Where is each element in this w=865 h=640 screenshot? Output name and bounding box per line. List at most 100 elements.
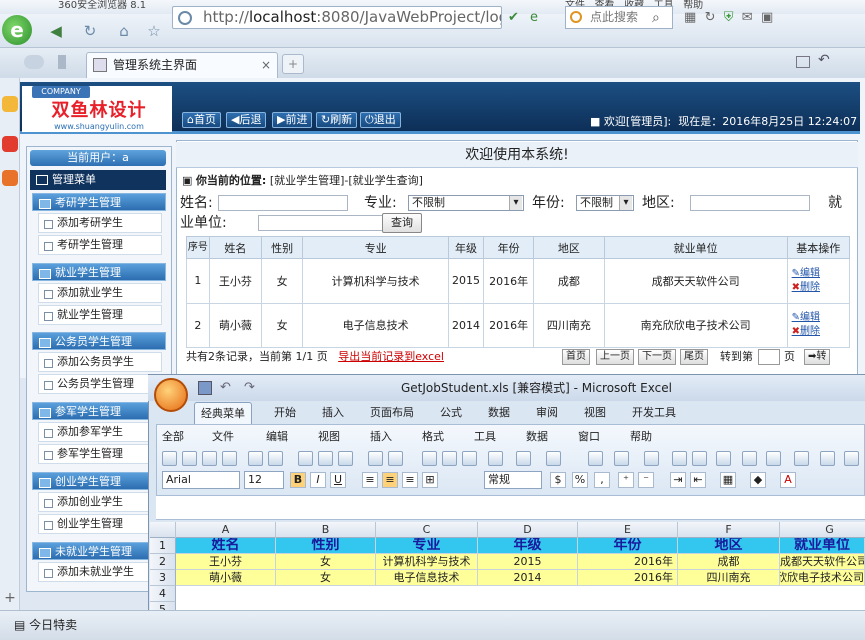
save-file-icon[interactable] xyxy=(202,451,217,466)
col-header-b[interactable]: B xyxy=(276,522,376,538)
excel-cell[interactable]: 南充欣欣电子技术公司 xyxy=(780,570,865,586)
function-icon[interactable] xyxy=(644,451,659,466)
sidebar-item-add-grad[interactable]: 添加考研学生 xyxy=(38,213,162,233)
sidebar-item-manage-startup[interactable]: 创业学生管理 xyxy=(38,514,162,534)
excel-cell[interactable]: 2015 xyxy=(478,554,578,570)
add-icon[interactable]: + xyxy=(2,590,18,606)
section-unemployed[interactable]: 未就业学生管理 xyxy=(32,542,166,560)
home-icon[interactable]: ⌂ xyxy=(112,19,136,43)
menu-file[interactable]: 文件 xyxy=(212,428,234,446)
year-select[interactable]: 不限制 xyxy=(576,195,634,211)
window-icon[interactable] xyxy=(796,56,810,68)
redo-tb-icon[interactable] xyxy=(546,451,561,466)
sort-desc-icon[interactable] xyxy=(692,451,707,466)
export-excel-link[interactable]: 导出当前记录到excel xyxy=(338,350,444,363)
row-header[interactable]: 3 xyxy=(150,570,176,586)
search-icon[interactable]: ⌕ xyxy=(652,10,660,26)
section-startup[interactable]: 创业学生管理 xyxy=(32,472,166,490)
excel-cell[interactable]: 四川南充 xyxy=(678,570,780,586)
bold-button[interactable]: B xyxy=(290,472,306,488)
excel-cell[interactable]: 年级 xyxy=(478,538,578,554)
back-button[interactable]: ◀后退 xyxy=(226,112,267,128)
favorite-star-icon[interactable]: ☆ xyxy=(142,19,166,43)
percent-icon[interactable]: % xyxy=(572,472,588,488)
section-employment[interactable]: 就业学生管理 xyxy=(32,263,166,281)
menu-tools[interactable]: 工具 xyxy=(474,428,496,446)
tab-data[interactable]: 数据 xyxy=(482,402,516,424)
col-header-e[interactable]: E xyxy=(578,522,678,538)
borders-icon[interactable]: ▦ xyxy=(720,472,736,488)
style-icon[interactable] xyxy=(820,451,835,466)
apps-icon[interactable]: ▦ xyxy=(684,10,696,25)
excel-cell[interactable]: 年份 xyxy=(578,538,678,554)
spelling-icon[interactable] xyxy=(318,451,333,466)
section-civil-servant[interactable]: 公务员学生管理 xyxy=(32,332,166,350)
logout-button[interactable]: ⏻退出 xyxy=(360,112,401,128)
sidebar-item-add-employed[interactable]: 添加就业学生 xyxy=(38,283,162,303)
sidebar-item-manage-employed[interactable]: 就业学生管理 xyxy=(38,305,162,325)
redo-icon[interactable]: ↷ xyxy=(244,380,255,395)
excel-cell[interactable]: 2016年 xyxy=(578,570,678,586)
browser-tab-main[interactable]: 管理系统主界面 × xyxy=(86,52,278,78)
excel-cell[interactable]: 萌小薇 xyxy=(176,570,276,586)
excel-cell[interactable]: 计算机科学与技术 xyxy=(376,554,478,570)
new-tab-button[interactable]: + xyxy=(282,54,304,74)
col-header-g[interactable]: G xyxy=(780,522,865,538)
print-icon[interactable] xyxy=(268,451,283,466)
refresh-button[interactable]: ↻刷新 xyxy=(316,112,358,128)
spell-check-icon[interactable] xyxy=(368,451,383,466)
weibo-icon[interactable] xyxy=(2,136,18,152)
home-button[interactable]: ⌂首页 xyxy=(182,112,221,128)
number-format-select[interactable]: 常规 xyxy=(484,471,542,489)
mail-icon[interactable]: ✉ xyxy=(742,10,753,25)
menu-data[interactable]: 数据 xyxy=(526,428,548,446)
excel-cell[interactable]: 成都 xyxy=(678,554,780,570)
address-bar[interactable]: http://localhost:8080/JavaWebProject/log… xyxy=(172,6,502,29)
increase-decimal-icon[interactable]: ⁺ xyxy=(618,472,634,488)
taskbar-item[interactable]: ▤ 今日特卖 xyxy=(0,612,140,638)
back-icon[interactable]: ◀ xyxy=(44,19,68,43)
tab-formulas[interactable]: 公式 xyxy=(434,402,468,424)
cut-icon[interactable] xyxy=(422,451,437,466)
excel-cell[interactable]: 地区 xyxy=(678,538,780,554)
excel-cell[interactable]: 专业 xyxy=(376,538,478,554)
tab-classic-menu[interactable]: 经典菜单 xyxy=(194,402,252,424)
refresh-icon[interactable]: ↻ xyxy=(78,19,102,43)
print-preview-icon[interactable] xyxy=(248,451,263,466)
cloud-icon[interactable] xyxy=(24,55,44,69)
copy-format-icon[interactable] xyxy=(338,451,353,466)
region-input[interactable] xyxy=(690,195,810,211)
sidebar-item-manage-military[interactable]: 参军学生管理 xyxy=(38,444,162,464)
formula-bar[interactable] xyxy=(156,496,865,520)
align-right-icon[interactable]: ≡ xyxy=(402,472,418,488)
excel-cell[interactable]: 王小芬 xyxy=(176,554,276,570)
format-painter-icon[interactable] xyxy=(488,451,503,466)
research-icon[interactable] xyxy=(298,451,313,466)
next-page-button[interactable]: 下一页 xyxy=(638,349,676,365)
tab-insert[interactable]: 插入 xyxy=(316,402,350,424)
tab-home[interactable]: 开始 xyxy=(268,402,302,424)
tab-view[interactable]: 视图 xyxy=(578,402,612,424)
excel-cell[interactable]: 女 xyxy=(276,554,376,570)
menu-all[interactable]: 全部 xyxy=(162,428,184,446)
zoom-icon[interactable] xyxy=(766,451,781,466)
excel-cell[interactable]: 2014 xyxy=(478,570,578,586)
decrease-decimal-icon[interactable]: ⁻ xyxy=(638,472,654,488)
paste-icon[interactable] xyxy=(462,451,477,466)
tab-developer[interactable]: 开发工具 xyxy=(626,402,682,424)
delete-link[interactable]: ✖删除 xyxy=(792,281,849,295)
last-page-button[interactable]: 尾页 xyxy=(680,349,708,365)
font-color-icon[interactable]: A xyxy=(780,472,796,488)
menu-insert[interactable]: 插入 xyxy=(370,428,392,446)
menu-format[interactable]: 格式 xyxy=(422,428,444,446)
forward-button[interactable]: ▶前进 xyxy=(272,112,313,128)
sidebar-item-add-unemployed[interactable]: 添加未就业学生 xyxy=(38,562,162,582)
menu-view[interactable]: 视图 xyxy=(318,428,340,446)
name-input[interactable] xyxy=(218,195,348,211)
align-center-icon[interactable]: ≡ xyxy=(382,472,398,488)
currency-icon[interactable]: $ xyxy=(550,472,566,488)
row-header[interactable]: 1 xyxy=(150,538,176,554)
undo-close-icon[interactable]: ↶ xyxy=(818,52,830,68)
query-button[interactable]: 查询 xyxy=(382,213,422,233)
fill-color-icon[interactable]: ◆ xyxy=(750,472,766,488)
